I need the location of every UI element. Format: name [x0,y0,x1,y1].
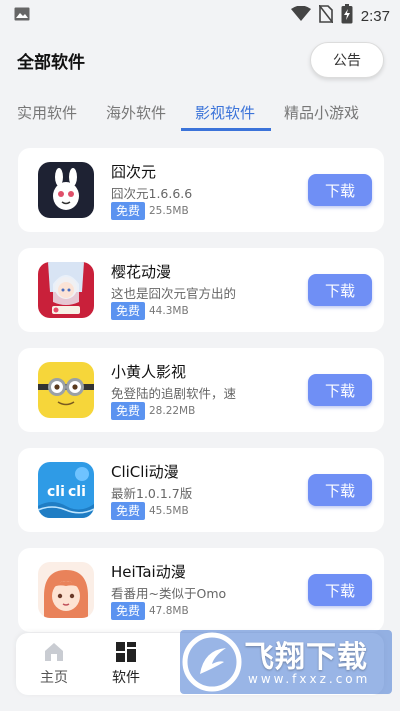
watermark-logo-icon [180,630,244,694]
battery-charging-icon [341,4,353,28]
app-size: 28.22MB [149,405,196,417]
download-button[interactable]: 下载 [308,274,372,306]
active-tab-indicator [181,128,271,131]
app-card[interactable]: 小黄人影视 免登陆的追剧软件，速 免费 28.22MB 下载 [18,348,384,432]
app-description: 囧次元1.6.6.6 [111,186,193,201]
nav-item-home[interactable]: 主页 [24,641,84,687]
home-icon [24,641,84,663]
jiongciyuan-icon [38,162,94,218]
tab-mini-games[interactable]: 精品小游戏 [284,102,359,123]
app-size: 44.3MB [149,305,189,317]
svg-text:cli: cli [47,484,65,500]
app-size: 47.8MB [149,605,189,617]
app-name: CliCli动漫 [111,463,179,481]
app-description: 免登陆的追剧软件，速 [111,386,237,401]
heitai-anime-icon [38,562,94,618]
nav-label: 主页 [40,670,68,686]
clicli-icon: cli cli [38,462,94,518]
tab-overseas[interactable]: 海外软件 [106,102,166,123]
download-button[interactable]: 下载 [308,374,372,406]
image-notification-icon [14,6,30,25]
nav-label: 软件 [112,670,140,686]
minion-icon [38,362,94,418]
watermark-title: 飞翔下载 [244,640,368,675]
sakura-anime-icon [38,262,94,318]
status-bar: 2:37 [0,0,400,28]
no-sim-icon [318,4,334,27]
clock-time: 2:37 [360,7,390,25]
app-size: 45.5MB [149,505,189,517]
svg-text:cli: cli [68,484,86,500]
app-description: 看番用~类似于Omo [111,586,227,601]
app-name: HeiTai动漫 [111,563,186,581]
app-name: 囧次元 [111,163,157,181]
free-badge: 免费 [111,402,146,420]
app-description: 这也是囧次元官方出的 [111,286,237,301]
app-card[interactable]: 樱花动漫 这也是囧次元官方出的 免费 44.3MB 下载 [18,248,384,332]
app-size: 25.5MB [149,205,189,217]
notice-button[interactable]: 公告 [310,42,384,78]
apps-grid-icon [96,641,156,663]
download-button[interactable]: 下载 [308,174,372,206]
app-name: 樱花动漫 [111,263,172,281]
app-name: 小黄人影视 [111,363,187,381]
tab-utility[interactable]: 实用软件 [17,102,77,123]
page-title: 全部软件 [17,53,85,73]
tab-video[interactable]: 影视软件 [195,102,255,123]
app-description: 最新1.0.1.7版 [111,486,193,501]
watermark-url: www.fxxz.com [248,672,371,686]
app-card[interactable]: cli cli CliCli动漫 最新1.0.1.7版 免费 45.5MB 下载 [18,448,384,532]
header: 全部软件 公告 [0,28,400,94]
download-button[interactable]: 下载 [308,474,372,506]
app-card[interactable]: HeiTai动漫 看番用~类似于Omo 免费 47.8MB 下载 [18,548,384,632]
watermark-overlay: 飞翔下载 www.fxxz.com [180,630,392,694]
category-tabs: 实用软件 海外软件 影视软件 精品小游戏 [0,98,400,132]
wifi-icon [290,5,311,26]
free-badge: 免费 [111,602,146,620]
nav-item-software[interactable]: 软件 [96,641,156,687]
download-button[interactable]: 下载 [308,574,372,606]
free-badge: 免费 [111,502,146,520]
free-badge: 免费 [111,302,146,320]
app-card[interactable]: 囧次元 囧次元1.6.6.6 免费 25.5MB 下载 [18,148,384,232]
free-badge: 免费 [111,202,146,220]
